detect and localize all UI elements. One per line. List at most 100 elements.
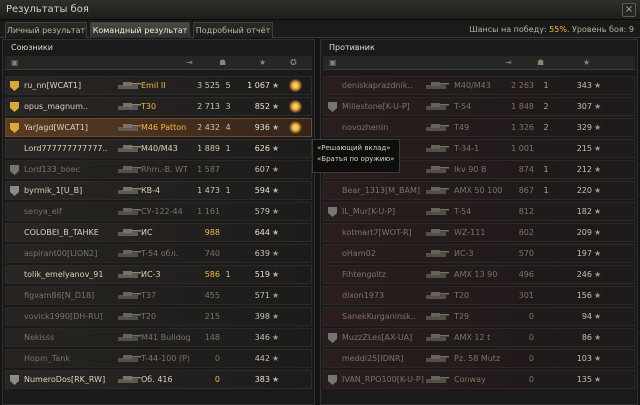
clan-badge-icon [10, 81, 22, 91]
xp-value: 246 [576, 270, 592, 279]
player-row[interactable]: deniskaprazdnik.. M40/M43 2 263 1 343 ★ [323, 76, 635, 95]
player-row[interactable]: dixon1973 T20 301 156 ★ [323, 286, 635, 305]
tab-personal-result[interactable]: Личный результат [5, 22, 87, 38]
player-row[interactable]: opus_magnum.. T30 2 713 3 852 ★ [5, 97, 312, 116]
player-row[interactable]: COLOBEI_B_TAHKE ИС 988 644 ★ [5, 223, 312, 242]
player-row[interactable]: byrmik_1[U_B] КВ-4 1 473 1 594 ★ [5, 181, 312, 200]
player-name: Bear_1313[M_BAM] [342, 186, 420, 195]
medal-icon[interactable] [289, 79, 303, 92]
player-row[interactable]: ru_nn[WCAT1] Emil II 3 525 5 1 067 ★ [5, 76, 312, 95]
allies-list: ru_nn[WCAT1] Emil II 3 525 5 1 067 ★ opus_magn… [5, 76, 312, 391]
player-name: COLOBEI_B_TAHKE [24, 228, 99, 237]
damage-value: 1 587 [197, 165, 220, 174]
tank-icon [424, 331, 452, 345]
kills-column-icon[interactable]: ☗ [219, 58, 226, 68]
damage-column-icon[interactable]: ⇥ [505, 58, 512, 68]
win-chance: Шансы на победу: 55%. Уровень боя: 9 [469, 25, 634, 34]
player-name: opus_magnum.. [24, 102, 89, 111]
player-row[interactable]: aspirant00[LION2] T-54 обл. 740 639 ★ [5, 244, 312, 263]
medal-column-icon[interactable]: ✪ [290, 58, 297, 68]
damage-value: 148 [204, 333, 220, 342]
player-row[interactable]: meddi25[IDNR] Pz. 58 Mutz 0 103 ★ [323, 349, 635, 368]
player-name: dixon1973 [342, 291, 385, 300]
damage-value: 1 326 [511, 123, 534, 132]
player-row[interactable]: tolik_emelyanov_91 ИС-3 586 1 519 ★ [5, 265, 312, 284]
player-row[interactable]: Millestone[K-U-P] T-54 1 848 2 307 ★ [323, 97, 635, 116]
xp-value: 442 [254, 354, 270, 363]
xp-value: 383 [254, 375, 270, 384]
player-name: NumeroDos[RK_RW] [24, 375, 106, 384]
star-icon: ★ [594, 123, 602, 132]
player-row[interactable]: MuzzZLes[AX-UA] AMX 12 t 0 86 ★ [323, 328, 635, 347]
xp-value: 571 [254, 291, 270, 300]
badge-column-icon[interactable]: ▣ [329, 58, 337, 68]
player-row[interactable]: Lord777777777777.. M40/M43 1 889 1 626 ★ [5, 139, 312, 158]
kills-column-icon[interactable]: ☗ [537, 58, 544, 68]
tab-team-result[interactable]: Командный результат [90, 22, 190, 38]
kills-value: 1 [225, 186, 231, 195]
medal-icon[interactable] [289, 121, 303, 134]
xp-column-icon[interactable]: ★ [583, 58, 590, 68]
tank-icon [424, 100, 452, 114]
xp-value: 519 [254, 270, 270, 279]
player-row[interactable]: Bear_1313[M_BAM] AMX 50 100 867 1 220 ★ [323, 181, 635, 200]
kills-value: 2 [543, 123, 549, 132]
damage-value: 2 713 [197, 102, 220, 111]
damage-value: 2 263 [511, 81, 534, 90]
player-row[interactable]: vovick1990[DH-RU] T20 215 398 ★ [5, 307, 312, 326]
tank-icon [116, 184, 144, 198]
close-button[interactable]: × [622, 3, 636, 17]
badge-column-icon[interactable]: ▣ [11, 58, 19, 68]
player-row[interactable]: NumeroDos[RK_RW] Об. 416 0 383 ★ [5, 370, 312, 389]
tank-icon [116, 331, 144, 345]
xp-value: 936 [254, 123, 270, 132]
damage-column-icon[interactable]: ⇥ [186, 58, 193, 68]
kills-value: 1 [225, 270, 231, 279]
player-row[interactable]: figvam86[N_D18] T37 455 571 ★ [5, 286, 312, 305]
tank-icon [116, 121, 144, 135]
damage-value: 867 [518, 186, 534, 195]
damage-value: 1 473 [197, 186, 220, 195]
player-row[interactable]: SanekKurganinsk.. T29 0 94 ★ [323, 307, 635, 326]
player-row[interactable]: Hopm_Tank T-44-100 (P) 0 442 ★ [5, 349, 312, 368]
player-name: IVAN_RPO100[K-U-P] [342, 375, 424, 384]
tab-detailed-report[interactable]: Подробный отчёт [193, 22, 273, 38]
star-icon: ★ [594, 270, 602, 279]
player-name: Nekisss [24, 333, 55, 342]
enemies-title: Противник [329, 43, 375, 52]
player-row[interactable]: IVAN_RPO100[K-U-P] Conway 0 135 ★ [323, 370, 635, 389]
player-name: novozhenin [342, 123, 389, 132]
xp-value: 135 [576, 375, 592, 384]
star-icon: ★ [594, 312, 602, 321]
star-icon: ★ [594, 375, 602, 384]
player-row[interactable]: kotmart7[WOT-R] WZ-111 802 209 ★ [323, 223, 635, 242]
xp-column-icon[interactable]: ★ [259, 58, 266, 68]
star-icon: ★ [272, 102, 280, 111]
player-name: tolik_emelyanov_91 [24, 270, 104, 279]
xp-value: 644 [254, 228, 270, 237]
player-row[interactable]: Nekisss M41 Bulldog 148 346 ★ [5, 328, 312, 347]
tank-icon [116, 310, 144, 324]
star-icon: ★ [272, 186, 280, 195]
player-row[interactable]: oHam02 ИС-3 570 197 ★ [323, 244, 635, 263]
star-icon: ★ [594, 165, 602, 174]
medal-icon[interactable] [289, 100, 303, 113]
player-row[interactable]: IL_Mur[K-U-P] T-54 812 182 ★ [323, 202, 635, 221]
xp-value: 86 [581, 333, 592, 342]
damage-value: 455 [204, 291, 220, 300]
player-row[interactable]: YarJagd[WCAT1] M46 Patton 2 432 4 936 ★ [5, 118, 312, 137]
clan-badge-icon [10, 186, 22, 196]
star-icon: ★ [594, 249, 602, 258]
clan-badge-icon [328, 102, 340, 112]
player-row[interactable]: Lord133_boec Rhm.-B. WT 1 587 607 ★ [5, 160, 312, 179]
allies-panel: Союзники ▣ ⇥ ☗ ★ ✪ ru_nn[WCAT1] Emil II 3 … [2, 39, 315, 405]
xp-value: 346 [254, 333, 270, 342]
kills-value: 2 [543, 102, 549, 111]
kills-value: 1 [543, 81, 549, 90]
player-row[interactable]: novozhenin T49 1 326 2 329 ★ [323, 118, 635, 137]
player-row[interactable]: Fihtengoltz AMX 13 90 496 246 ★ [323, 265, 635, 284]
star-icon: ★ [594, 291, 602, 300]
player-row[interactable]: senya_elf СУ-122-44 1 161 579 ★ [5, 202, 312, 221]
star-icon: ★ [272, 249, 280, 258]
player-name: SanekKurganinsk.. [342, 312, 416, 321]
